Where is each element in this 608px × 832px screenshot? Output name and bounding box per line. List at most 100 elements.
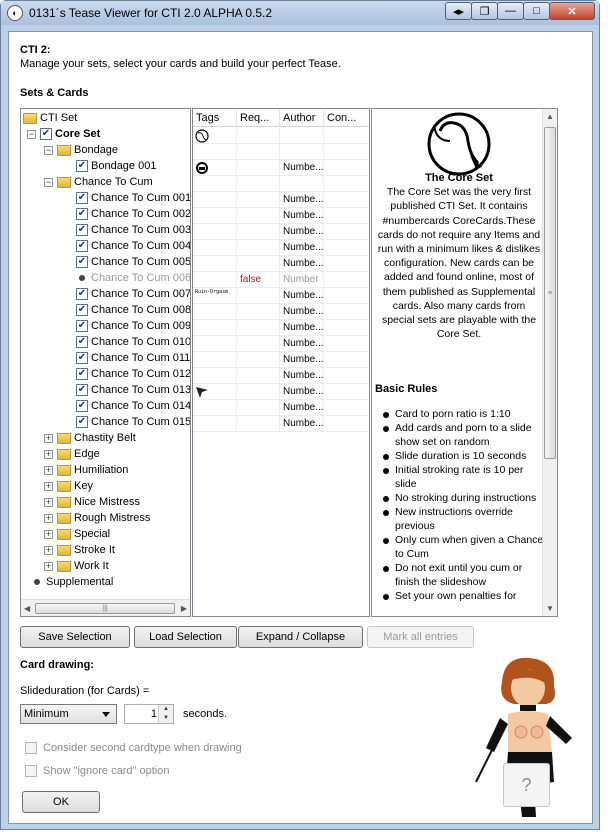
checkbox[interactable]: ✔ (76, 192, 88, 204)
expand-icon[interactable]: + (44, 449, 53, 459)
scroll-right-icon[interactable]: ▶ (181, 604, 187, 613)
tree-node[interactable]: + Chastity Belt (44, 430, 136, 446)
checkbox-box[interactable] (25, 765, 37, 777)
table-row[interactable]: Numbe... (193, 224, 369, 240)
tree-horizontal-scrollbar[interactable]: ◀ ||| ▶ (21, 599, 190, 616)
restore-icon[interactable]: ❐ (471, 2, 498, 20)
scroll-down-icon[interactable]: ▼ (546, 604, 554, 613)
column-header-author[interactable]: Author (280, 109, 324, 127)
tree-node[interactable]: ✔ Chance To Cum 005 (76, 254, 190, 270)
table-row[interactable] (193, 176, 369, 192)
checkbox[interactable]: ✔ (76, 352, 88, 364)
ok-button[interactable]: OK (22, 791, 100, 813)
tree-node[interactable]: ✔ Chance To Cum 009 (76, 318, 190, 334)
scroll-thumb[interactable]: ≡ (544, 127, 556, 459)
tree-node[interactable]: ✔ Chance To Cum 008 (76, 302, 190, 318)
stepper-up-icon[interactable]: ▲ (158, 705, 173, 714)
scroll-up-icon[interactable]: ▲ (546, 112, 554, 121)
collapse-icon[interactable]: − (27, 129, 36, 139)
tree-node[interactable]: + Humiliation (44, 462, 128, 478)
tree-node[interactable]: − ✔ Core Set (27, 126, 100, 142)
tree-node[interactable]: CTI Set (23, 110, 77, 126)
table-row[interactable]: false Number (193, 272, 369, 288)
second-cardtype-checkbox[interactable]: Consider second cardtype when drawing (25, 742, 242, 754)
scroll-left-icon[interactable]: ◀ (24, 604, 30, 613)
expand-icon[interactable]: + (44, 561, 53, 571)
column-header-req[interactable]: Req... (237, 109, 280, 127)
save-selection-button[interactable]: Save Selection (20, 626, 130, 648)
tree-node[interactable]: ✔ Chance To Cum 013 (76, 382, 190, 398)
tree-node[interactable]: + Special (44, 526, 110, 542)
tree-node[interactable]: ✔ Chance To Cum 011 (76, 350, 190, 366)
table-row[interactable]: Numbe... (193, 384, 369, 400)
checkbox[interactable]: ✔ (76, 256, 88, 268)
table-row[interactable]: Numbe... (193, 160, 369, 176)
expand-icon[interactable]: + (44, 481, 53, 491)
checkbox[interactable]: ✔ (76, 336, 88, 348)
collapse-icon[interactable]: − (44, 177, 53, 187)
sets-tree[interactable]: CTI Set − ✔ Core Set − Bondage ✔ Bondage… (20, 108, 191, 617)
tree-node[interactable]: + Key (44, 478, 93, 494)
checkbox-box[interactable] (25, 742, 37, 754)
collapse-icon[interactable]: − (44, 145, 53, 155)
load-selection-button[interactable]: Load Selection (134, 626, 237, 648)
table-row[interactable] (193, 128, 369, 144)
checkbox[interactable]: ✔ (76, 304, 88, 316)
tree-node[interactable]: ✔ Chance To Cum 014 (76, 398, 190, 414)
table-row[interactable]: Ruin-Orgasm Numbe... (193, 288, 369, 304)
cards-grid[interactable]: Tags Req... Author Con... Numbe... Numbe.… (192, 108, 370, 617)
checkbox[interactable]: ✔ (76, 400, 88, 412)
expand-icon[interactable]: + (44, 529, 53, 539)
table-row[interactable]: Numbe... (193, 336, 369, 352)
tree-node[interactable]: ✔ Chance To Cum 012 (76, 366, 190, 382)
checkbox[interactable]: ✔ (76, 368, 88, 380)
tree-node[interactable]: ✔ Bondage 001 (76, 158, 156, 174)
close-button[interactable]: ✕ (549, 2, 595, 20)
table-row[interactable]: Numbe... (193, 352, 369, 368)
stepper-down-icon[interactable]: ▼ (158, 714, 173, 723)
table-row[interactable]: Numbe... (193, 256, 369, 272)
swap-icon[interactable]: ◂▸ (445, 2, 472, 20)
tree-node[interactable]: − Bondage (44, 142, 118, 158)
table-row[interactable]: Numbe... (193, 400, 369, 416)
expand-icon[interactable]: + (44, 513, 53, 523)
tree-node[interactable]: ✔ Chance To Cum 007 (76, 286, 190, 302)
minimize-button[interactable]: — (497, 2, 524, 20)
tree-node[interactable]: + Edge (44, 446, 100, 462)
table-row[interactable]: Numbe... (193, 304, 369, 320)
checkbox[interactable]: ✔ (76, 416, 88, 428)
table-row[interactable]: Numbe... (193, 208, 369, 224)
tree-node[interactable]: + Rough Mistress (44, 510, 150, 526)
tree-node[interactable]: ✔ Chance To Cum 001 (76, 190, 190, 206)
tree-node[interactable]: ✔ Chance To Cum 015 (76, 414, 190, 430)
seconds-stepper[interactable]: 1 ▲ ▼ (124, 704, 174, 724)
tree-node[interactable]: Chance To Cum 006 (76, 270, 190, 286)
tree-node[interactable]: + Stroke It (44, 542, 115, 558)
tree-node[interactable]: Supplemental (31, 574, 113, 590)
expand-icon[interactable]: + (44, 497, 53, 507)
column-header-con[interactable]: Con... (324, 109, 369, 127)
help-button[interactable]: ? (503, 763, 550, 807)
expand-collapse-button[interactable]: Expand / Collapse (238, 626, 363, 648)
table-row[interactable]: Numbe... (193, 192, 369, 208)
expand-icon[interactable]: + (44, 465, 53, 475)
checkbox[interactable]: ✔ (76, 320, 88, 332)
tree-node[interactable]: ✔ Chance To Cum 002 (76, 206, 190, 222)
tree-node[interactable]: ✔ Chance To Cum 010 (76, 334, 190, 350)
tree-node[interactable]: ✔ Chance To Cum 003 (76, 222, 190, 238)
checkbox[interactable]: ✔ (76, 240, 88, 252)
checkbox[interactable]: ✔ (76, 224, 88, 236)
maximize-button[interactable]: □ (523, 2, 550, 20)
checkbox[interactable]: ✔ (76, 288, 88, 300)
table-row[interactable]: Numbe... (193, 416, 369, 432)
table-row[interactable]: Numbe... (193, 320, 369, 336)
mark-all-entries-button[interactable]: Mark all entries (367, 626, 474, 648)
duration-mode-select[interactable]: Minimum (20, 704, 117, 724)
scroll-thumb[interactable]: ||| (35, 603, 175, 614)
table-row[interactable] (193, 144, 369, 160)
checkbox[interactable]: ✔ (76, 384, 88, 396)
checkbox[interactable]: ✔ (76, 160, 88, 172)
checkbox[interactable]: ✔ (40, 128, 52, 140)
ignore-card-checkbox[interactable]: Show "ignore card" option (25, 765, 169, 777)
tree-node[interactable]: ✔ Chance To Cum 004 (76, 238, 190, 254)
